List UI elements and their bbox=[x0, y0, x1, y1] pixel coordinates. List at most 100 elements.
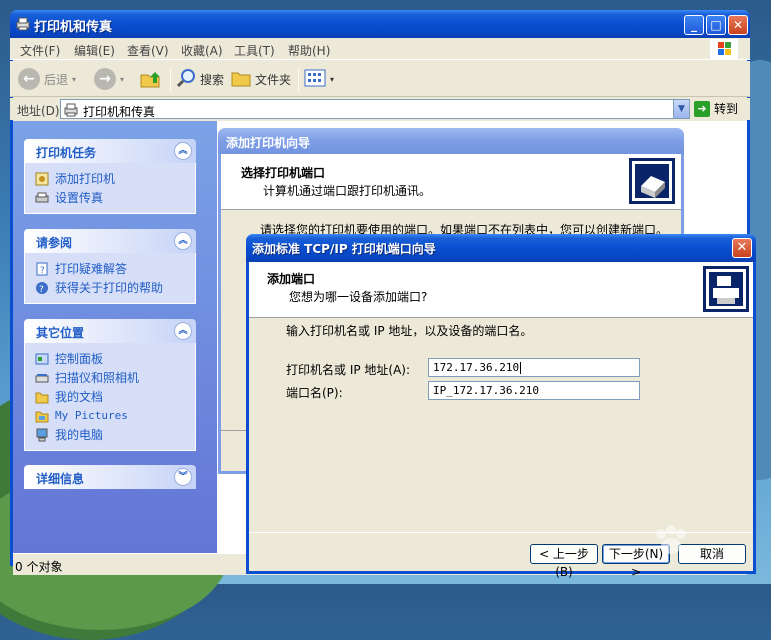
printer-name-input[interactable]: 172.17.36.210 bbox=[428, 358, 640, 377]
task-add-printer[interactable]: 添加打印机 bbox=[35, 169, 195, 188]
chevron-down-icon: ▾ bbox=[330, 74, 335, 84]
address-label: 地址(D) bbox=[17, 104, 60, 118]
dialog-close-button[interactable]: ✕ bbox=[732, 238, 752, 258]
printer-wizard-icon bbox=[629, 158, 675, 204]
text-caret bbox=[520, 362, 522, 374]
printer-name-label: 打印机名或 IP 地址(A): bbox=[286, 363, 411, 377]
up-folder-icon bbox=[139, 67, 161, 92]
close-button[interactable]: ✕ bbox=[728, 15, 748, 35]
search-button[interactable]: 搜索 bbox=[176, 67, 224, 91]
menu-edit[interactable]: 编辑(E) bbox=[74, 42, 115, 59]
baidu-watermark-logo bbox=[601, 516, 761, 566]
task-setup-fax[interactable]: 设置传真 bbox=[35, 188, 195, 207]
windows-logo-icon bbox=[710, 39, 738, 59]
back-button[interactable]: ← 后退 ▾ bbox=[18, 67, 76, 91]
forward-button[interactable]: → ▾ bbox=[94, 67, 124, 91]
collapse-icon[interactable]: ︽ bbox=[174, 232, 192, 250]
address-dropdown-button[interactable]: ▼ bbox=[673, 100, 689, 118]
views-icon bbox=[304, 68, 326, 91]
views-button[interactable]: ▾ bbox=[304, 67, 334, 91]
expand-icon[interactable]: ︾ bbox=[174, 468, 192, 486]
dialog-instruction: 输入打印机名或 IP 地址，以及设备的端口名。 bbox=[286, 324, 533, 338]
task-label: 我的文档 bbox=[55, 390, 104, 404]
details-header[interactable]: 详细信息 ︾ bbox=[24, 465, 196, 489]
task-label: 获得关于打印的帮助 bbox=[55, 281, 164, 295]
chevron-down-icon: ▾ bbox=[72, 74, 77, 84]
place-scanners-cameras[interactable]: 扫描仪和照相机 bbox=[35, 368, 195, 387]
wizard-title: 添加打印机向导 bbox=[226, 136, 311, 150]
place-my-pictures[interactable]: My Pictures bbox=[35, 406, 195, 425]
collapse-icon[interactable]: ︽ bbox=[174, 322, 192, 340]
documents-folder-icon bbox=[35, 390, 49, 404]
add-printer-icon bbox=[35, 172, 49, 186]
toolbar: ← 后退 ▾ → ▾ 搜索 文件夹 ▾ bbox=[10, 61, 750, 97]
task-label: My Pictures bbox=[55, 409, 128, 422]
other-places-header[interactable]: 其它位置 ︽ bbox=[24, 319, 196, 343]
dialog-header: 添加端口 您想为哪一设备添加端口? bbox=[249, 262, 753, 318]
go-label: 转到 bbox=[714, 102, 739, 116]
dialog-title-bar[interactable]: 添加标准 TCP/IP 打印机端口向导 ✕ bbox=[246, 234, 756, 262]
wizard-subheading: 计算机通过端口跟打印机通讯。 bbox=[263, 184, 432, 198]
maximize-button[interactable]: □ bbox=[706, 15, 726, 35]
task-label: 添加打印机 bbox=[55, 172, 116, 186]
see-also-header[interactable]: 请参阅 ︽ bbox=[24, 229, 196, 253]
wizard-header: 选择打印机端口 计算机通过端口跟打印机通讯。 bbox=[221, 154, 681, 210]
dialog-heading: 添加端口 bbox=[267, 272, 316, 286]
toolbar-separator bbox=[298, 69, 299, 91]
menu-help[interactable]: 帮助(H) bbox=[288, 42, 330, 59]
scanner-icon bbox=[35, 371, 49, 385]
panel-title: 请参阅 bbox=[36, 236, 73, 250]
task-label: 设置传真 bbox=[55, 191, 104, 205]
task-label: 控制面板 bbox=[55, 352, 104, 366]
address-bar: 地址(D) 打印机和传真 ▼ ➜ 转到 bbox=[10, 98, 750, 120]
task-pane: 打印机任务 ︽ 添加打印机 设置传真 请参阅 ︽ ? 打印疑难解答 ? 获得关于… bbox=[13, 121, 217, 553]
other-places-panel: 其它位置 ︽ 控制面板 扫描仪和照相机 我的文档 My Pictures 我的电… bbox=[24, 319, 196, 451]
menu-view[interactable]: 查看(V) bbox=[127, 42, 169, 59]
up-folder-button[interactable] bbox=[139, 67, 161, 91]
menu-bar: 文件(F) 编辑(E) 查看(V) 收藏(A) 工具(T) 帮助(H) bbox=[10, 38, 750, 60]
place-my-documents[interactable]: 我的文档 bbox=[35, 387, 195, 406]
port-name-input[interactable]: IP_172.17.36.210 bbox=[428, 381, 640, 400]
search-label: 搜索 bbox=[200, 72, 225, 87]
task-troubleshoot[interactable]: ? 打印疑难解答 bbox=[35, 259, 195, 278]
folders-label: 文件夹 bbox=[255, 72, 292, 87]
wizard-title-bar[interactable]: 添加打印机向导 bbox=[218, 128, 684, 154]
place-control-panel[interactable]: 控制面板 bbox=[35, 349, 195, 368]
menu-tools[interactable]: 工具(T) bbox=[234, 42, 275, 59]
panel-title: 打印机任务 bbox=[36, 146, 97, 160]
dialog-subheading: 您想为哪一设备添加端口? bbox=[289, 290, 428, 304]
folder-icon bbox=[231, 68, 251, 91]
menu-favorites[interactable]: 收藏(A) bbox=[181, 42, 223, 59]
go-button[interactable]: ➜ 转到 bbox=[694, 100, 738, 117]
port-name-value: IP_172.17.36.210 bbox=[433, 384, 539, 397]
panel-title: 其它位置 bbox=[36, 326, 85, 340]
minimize-button[interactable]: _ bbox=[684, 15, 704, 35]
pictures-folder-icon bbox=[35, 409, 49, 423]
place-my-computer[interactable]: 我的电脑 bbox=[35, 425, 195, 444]
task-label: 我的电脑 bbox=[55, 428, 104, 442]
chevron-down-icon: ▾ bbox=[120, 74, 125, 84]
go-arrow-icon: ➜ bbox=[694, 100, 710, 117]
task-print-help[interactable]: ? 获得关于打印的帮助 bbox=[35, 278, 195, 297]
folders-button[interactable]: 文件夹 bbox=[231, 67, 291, 91]
panel-title: 详细信息 bbox=[36, 472, 85, 486]
back-label: 后退 bbox=[44, 72, 69, 87]
toolbar-separator bbox=[170, 69, 171, 91]
address-value: 打印机和传真 bbox=[83, 105, 156, 119]
fax-icon bbox=[35, 191, 49, 205]
window-title: 打印机和传真 bbox=[34, 20, 113, 35]
status-text: 0 个对象 bbox=[15, 560, 63, 574]
wizard-heading: 选择打印机端口 bbox=[241, 166, 326, 180]
help-icon: ? bbox=[35, 281, 49, 295]
printer-tasks-panel: 打印机任务 ︽ 添加打印机 设置传真 bbox=[24, 139, 196, 214]
menu-file[interactable]: 文件(F) bbox=[20, 42, 60, 59]
back-step-button[interactable]: < 上一步(B) bbox=[530, 544, 598, 579]
address-input[interactable]: 打印机和传真 ▼ bbox=[60, 99, 690, 119]
collapse-icon[interactable]: ︽ bbox=[174, 142, 192, 160]
title-bar[interactable]: 打印机和传真 _ □ ✕ bbox=[10, 10, 750, 38]
help-document-icon: ? bbox=[35, 262, 49, 276]
printer-tasks-header[interactable]: 打印机任务 ︽ bbox=[24, 139, 196, 163]
details-panel: 详细信息 ︾ bbox=[24, 465, 196, 489]
back-arrow-icon: ← bbox=[18, 68, 40, 90]
port-name-label: 端口名(P): bbox=[286, 386, 343, 400]
